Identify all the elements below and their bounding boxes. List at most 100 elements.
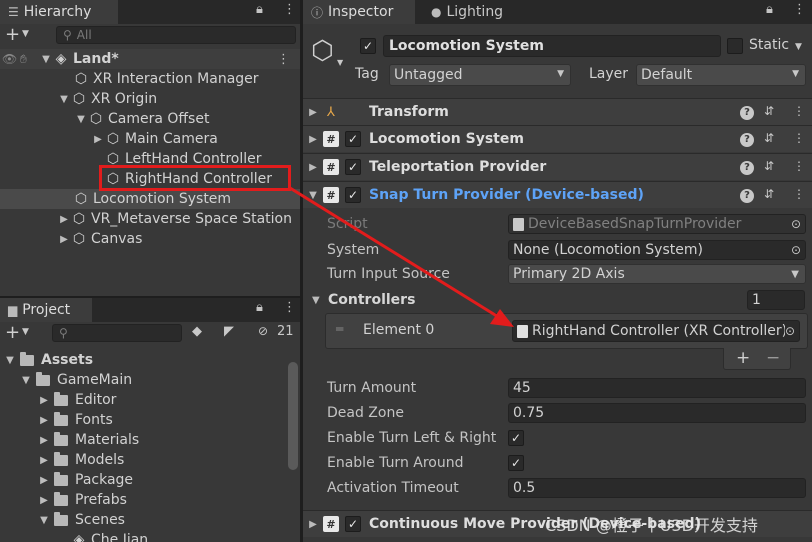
help-icon[interactable]: ? <box>740 187 754 203</box>
add-icon[interactable]: + <box>5 322 20 343</box>
system-field[interactable]: None (Locomotion System) ⊙ <box>508 240 806 260</box>
expand-arrow-icon[interactable]: ▼ <box>4 355 16 366</box>
tab-hierarchy[interactable]: ☰ Hierarchy <box>0 0 118 24</box>
chevron-down-icon[interactable]: ▼ <box>22 29 29 39</box>
activation-timeout-field[interactable]: 0.5 <box>508 478 806 498</box>
turn-amount-field[interactable]: 45 <box>508 378 806 398</box>
more-vert-icon[interactable]: ⋮ <box>283 2 296 17</box>
lock-icon[interactable]: 🔒︎ <box>256 2 263 17</box>
more-vert-icon[interactable]: ⋮ <box>793 187 805 201</box>
project-item[interactable]: ▶ Editor <box>0 390 300 410</box>
chevron-down-icon[interactable]: ▼ <box>337 58 343 67</box>
component-transform[interactable]: ▶ ⅄ Transform ? ⇵ ⋮ <box>303 98 812 125</box>
component-enabled-checkbox[interactable]: ✓ <box>345 131 361 147</box>
collapsed-arrow-icon[interactable]: ▶ <box>92 134 104 145</box>
more-vert-icon[interactable]: ⋮ <box>283 300 296 315</box>
filter-type-icon[interactable]: ◆ <box>192 324 202 339</box>
help-icon[interactable]: ? <box>740 159 754 175</box>
component-snap-turn-provider[interactable]: ▼ # ✓ Snap Turn Provider (Device-based) … <box>303 181 812 208</box>
label-tag-icon[interactable]: ◤ <box>224 324 234 339</box>
project-item[interactable]: ▶ Models <box>0 450 300 470</box>
project-item[interactable]: ▼ Assets <box>0 350 300 370</box>
active-checkbox[interactable]: ✓ <box>360 38 376 54</box>
collapsed-arrow-icon[interactable]: ▶ <box>38 455 50 466</box>
add-element-button[interactable]: + <box>736 348 750 368</box>
enable-turn-lr-checkbox[interactable]: ✓ <box>508 430 524 446</box>
project-item[interactable]: ▶ Materials <box>0 430 300 450</box>
collapsed-arrow-icon[interactable]: ▶ <box>38 495 50 506</box>
hierarchy-item[interactable]: ▼ ⬡ XR Origin <box>0 89 300 109</box>
component-enabled-checkbox[interactable]: ✓ <box>345 159 361 175</box>
expand-arrow-icon[interactable]: ▼ <box>75 114 87 125</box>
object-picker-icon[interactable]: ⊙ <box>791 217 801 231</box>
expand-arrow-icon[interactable]: ▼ <box>58 94 70 105</box>
project-item[interactable]: ▼ Scenes <box>0 510 300 530</box>
more-vert-icon[interactable]: ⋮ <box>277 52 290 67</box>
hierarchy-search-input[interactable]: ⚲ All <box>56 26 296 44</box>
chevron-down-icon[interactable]: ▼ <box>22 327 29 337</box>
more-vert-icon[interactable]: ⋮ <box>793 159 805 173</box>
tag-dropdown[interactable]: Untagged ▼ <box>389 64 571 86</box>
hierarchy-item[interactable]: ▶ ⬡ Main Camera <box>0 129 300 149</box>
project-search-input[interactable]: ⚲ <box>52 324 182 342</box>
more-vert-icon[interactable]: ⋮ <box>793 104 805 118</box>
preset-sliders-icon[interactable]: ⇵ <box>764 159 774 173</box>
add-icon[interactable]: + <box>5 24 20 45</box>
collapsed-arrow-icon[interactable]: ▶ <box>303 134 323 145</box>
hierarchy-item[interactable]: ⬡ Locomotion System <box>0 189 300 209</box>
tab-inspector[interactable]: ⓘ Inspector <box>303 0 415 24</box>
collapsed-arrow-icon[interactable]: ▶ <box>303 519 323 530</box>
component-locomotion-system[interactable]: ▶ # ✓ Locomotion System ? ⇵ ⋮ <box>303 125 812 152</box>
help-icon[interactable]: ? <box>740 131 754 147</box>
hierarchy-item[interactable]: ▼ ⬡ Camera Offset <box>0 109 300 129</box>
collapsed-arrow-icon[interactable]: ▶ <box>38 415 50 426</box>
preset-sliders-icon[interactable]: ⇵ <box>764 104 774 118</box>
tab-lighting[interactable]: ● Lighting <box>423 0 533 24</box>
preset-sliders-icon[interactable]: ⇵ <box>764 187 774 201</box>
drag-handle-icon[interactable]: ═ <box>336 322 343 336</box>
hierarchy-item[interactable]: ⬡ XR Interaction Manager <box>0 69 300 89</box>
turn-input-dropdown[interactable]: Primary 2D Axis ▼ <box>508 264 806 284</box>
hand-icon[interactable]: ✋︎ <box>20 52 27 67</box>
project-item[interactable]: ▶ Prefabs <box>0 490 300 510</box>
lock-icon[interactable]: 🔒︎ <box>256 300 263 315</box>
controllers-size-field[interactable]: 1 <box>747 290 805 310</box>
collapsed-arrow-icon[interactable]: ▶ <box>58 234 70 245</box>
chevron-down-icon[interactable]: ▼ <box>795 42 802 52</box>
project-item[interactable]: ▼ GameMain <box>0 370 300 390</box>
component-enabled-checkbox[interactable]: ✓ <box>345 516 361 532</box>
hierarchy-item[interactable]: ▶ ⬡ Canvas <box>0 229 300 249</box>
collapsed-arrow-icon[interactable]: ▶ <box>38 395 50 406</box>
element0-field[interactable]: RightHand Controller (XR Controller) ⊙ <box>512 320 800 342</box>
dead-zone-field[interactable]: 0.75 <box>508 403 806 423</box>
scene-row[interactable]: 👁︎ ✋︎ ▼ ◈ Land* ⋮ <box>0 49 300 69</box>
more-vert-icon[interactable]: ⋮ <box>793 2 806 17</box>
project-item[interactable]: ◈ Che Jian <box>0 530 300 542</box>
remove-element-button[interactable]: − <box>766 348 780 368</box>
collapsed-arrow-icon[interactable]: ▶ <box>303 162 323 173</box>
prop-controllers[interactable]: ▼ Controllers 1 <box>303 289 812 311</box>
collapsed-arrow-icon[interactable]: ▶ <box>58 214 70 225</box>
preset-sliders-icon[interactable]: ⇵ <box>764 131 774 145</box>
component-enabled-checkbox[interactable]: ✓ <box>345 187 361 203</box>
eye-icon[interactable]: 👁︎ <box>2 52 17 66</box>
collapsed-arrow-icon[interactable]: ▶ <box>303 107 323 118</box>
layer-dropdown[interactable]: Default ▼ <box>636 64 806 86</box>
static-checkbox[interactable] <box>727 38 743 54</box>
project-item[interactable]: ▶ Package <box>0 470 300 490</box>
collapsed-arrow-icon[interactable]: ▶ <box>38 435 50 446</box>
expand-arrow-icon[interactable]: ▼ <box>303 190 323 201</box>
tab-project[interactable]: ▆ Project <box>0 298 92 322</box>
help-icon[interactable]: ? <box>740 104 754 120</box>
project-scrollbar[interactable] <box>288 362 298 470</box>
object-name-field[interactable]: Locomotion System <box>383 35 721 57</box>
collapsed-arrow-icon[interactable]: ▶ <box>38 475 50 486</box>
lock-icon[interactable]: 🔒︎ <box>766 2 773 17</box>
expand-arrow-icon[interactable]: ▼ <box>312 295 320 306</box>
object-picker-icon[interactable]: ⊙ <box>784 324 795 338</box>
enable-turn-around-checkbox[interactable]: ✓ <box>508 455 524 471</box>
expand-arrow-icon[interactable]: ▼ <box>38 515 50 526</box>
hidden-eye-icon[interactable]: ⊘ <box>258 324 268 338</box>
expand-arrow-icon[interactable]: ▼ <box>20 375 32 386</box>
hierarchy-item[interactable]: ▶ ⬡ VR_Metaverse Space Station <box>0 209 300 229</box>
